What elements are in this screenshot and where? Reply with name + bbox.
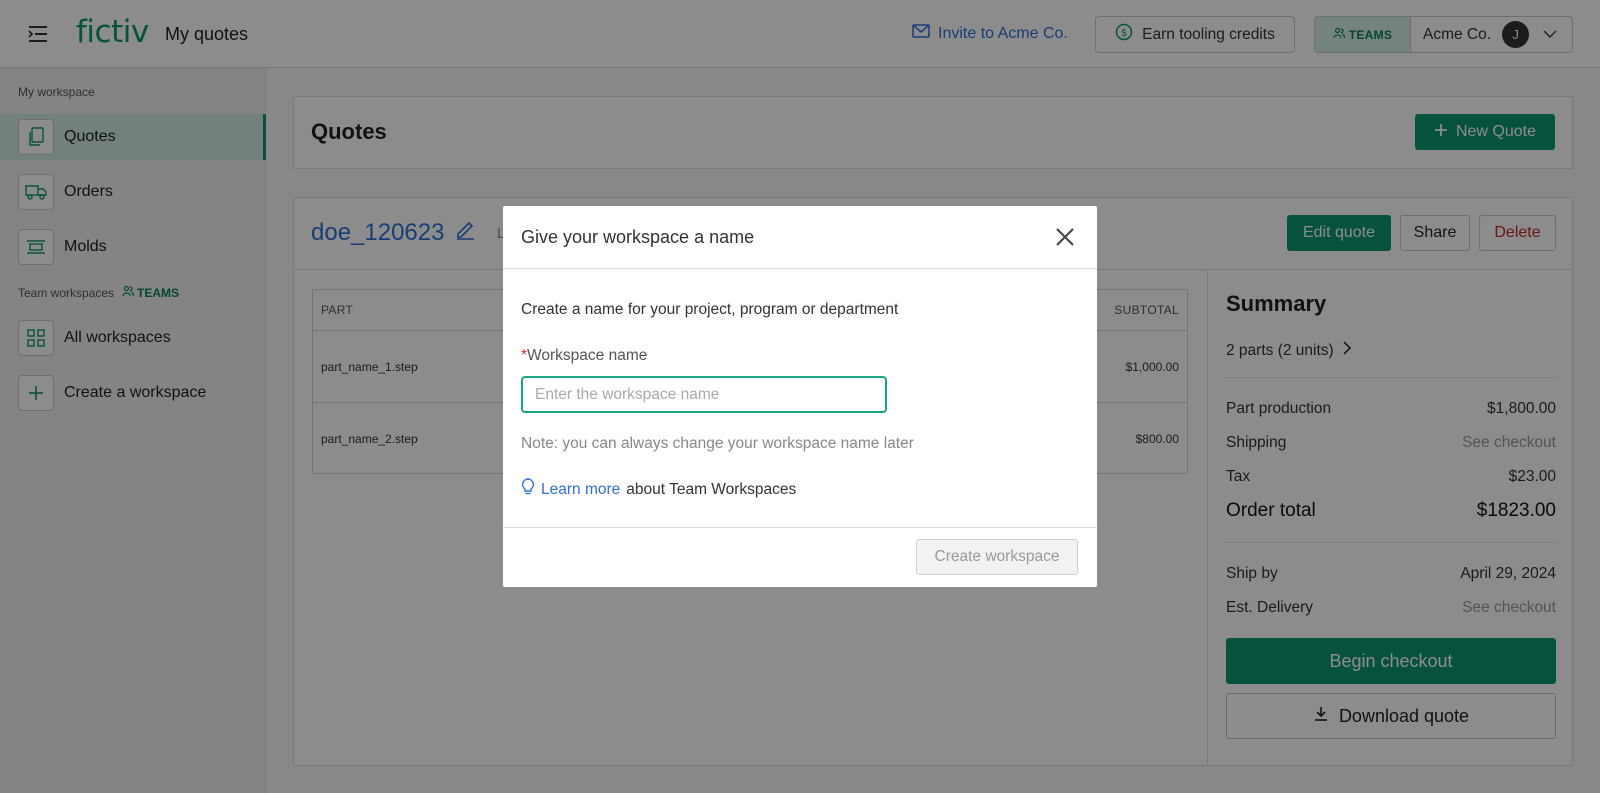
- dialog-description: Create a name for your project, program …: [521, 301, 899, 318]
- workspace-name-input[interactable]: [521, 376, 887, 413]
- close-icon[interactable]: [1053, 225, 1077, 249]
- divider: [503, 527, 1097, 528]
- field-label-text: Workspace name: [527, 347, 648, 364]
- name-change-note: Note: you can always change your workspa…: [521, 435, 914, 452]
- create-workspace-button[interactable]: Create workspace: [916, 539, 1078, 575]
- dialog-header: Give your workspace a name: [503, 206, 1097, 269]
- learn-more-row: Learn more about Team Workspaces: [521, 478, 796, 501]
- dialog-title: Give your workspace a name: [521, 227, 755, 247]
- lightbulb-icon: [521, 478, 535, 501]
- learn-more-link[interactable]: Learn more: [541, 481, 620, 499]
- workspace-name-dialog: Give your workspace a name Create a name…: [503, 206, 1097, 587]
- workspace-name-label: *Workspace name: [521, 347, 647, 365]
- learn-more-rest: about Team Workspaces: [626, 480, 797, 498]
